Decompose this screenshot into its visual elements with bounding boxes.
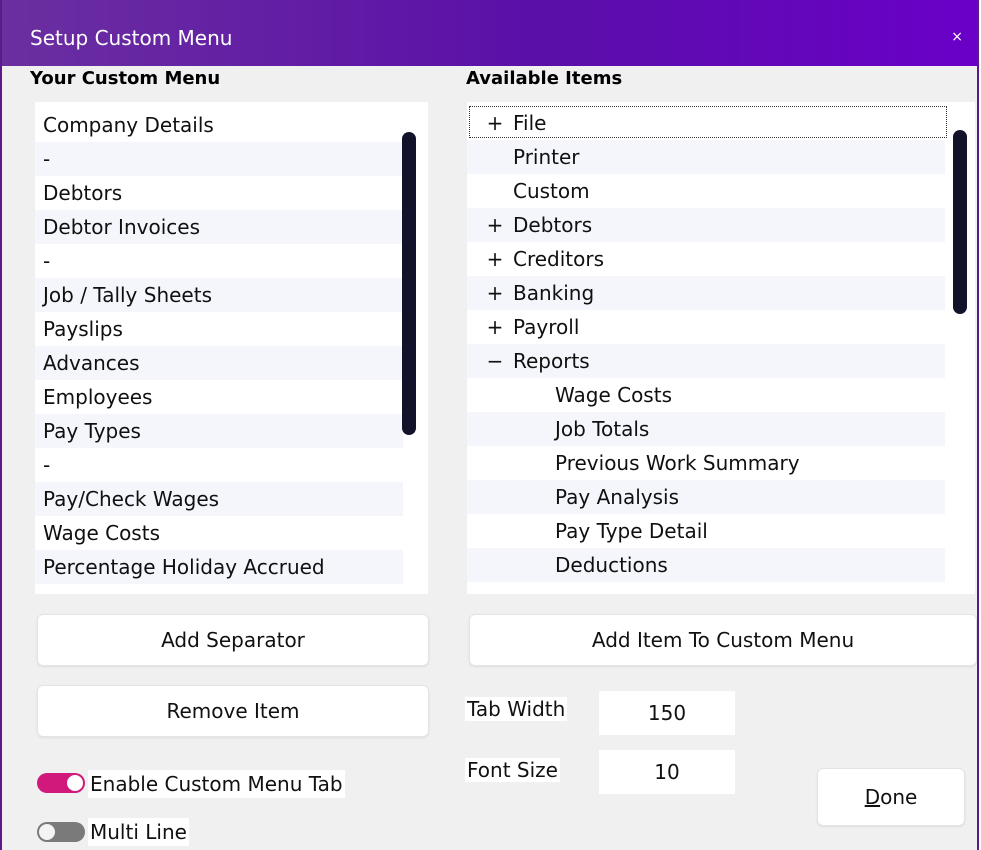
custom-menu-item[interactable]: Advances [35, 346, 403, 380]
tree-item[interactable]: − Reports [467, 344, 945, 378]
custom-menu-item[interactable]: Payslips [35, 312, 403, 346]
expand-icon[interactable]: + [477, 106, 513, 140]
tree-item[interactable]: Previous Work Summary [467, 446, 945, 480]
toggle-knob [67, 775, 83, 791]
tree-item[interactable]: Custom [467, 174, 945, 208]
multi-line-toggle[interactable] [37, 822, 85, 842]
window-title: Setup Custom Menu [30, 26, 233, 50]
expand-icon[interactable]: + [477, 310, 513, 344]
add-separator-button[interactable]: Add Separator [37, 614, 429, 666]
available-items-scrollbar[interactable] [953, 130, 967, 314]
tree-item-label: Custom [513, 179, 590, 203]
tree-item[interactable]: + Debtors [467, 208, 945, 242]
custom-menu-list[interactable]: Company Details - Debtors Debtor Invoices - J… [35, 102, 428, 594]
tree-item[interactable]: + File [467, 106, 945, 140]
available-items-heading: Available Items [466, 68, 623, 89]
tree-item-label: Printer [513, 145, 580, 169]
tree-item-label: Banking [513, 281, 595, 305]
tree-item-label: Debtors [513, 213, 593, 237]
custom-menu-item[interactable]: Pay Types [35, 414, 403, 448]
done-accelerator: D [864, 785, 881, 809]
toggle-knob [39, 824, 55, 840]
font-size-label: Font Size [465, 758, 560, 782]
remove-item-button[interactable]: Remove Item [37, 685, 429, 737]
multi-line-label: Multi Line [88, 818, 189, 846]
enable-custom-menu-tab-toggle[interactable] [37, 773, 85, 793]
custom-menu-item[interactable]: Job / Tally Sheets [35, 278, 403, 312]
tree-item[interactable]: + Creditors [467, 242, 945, 276]
dialog-window: Setup Custom Menu × Your Custom Menu Ava… [0, 0, 979, 850]
tree-item-label: Pay Type Detail [555, 519, 708, 543]
custom-menu-item[interactable]: Percentage Holiday Accrued [35, 550, 403, 584]
tree-item[interactable]: Wage Costs [467, 378, 945, 412]
custom-menu-item[interactable]: Debtor Invoices [35, 210, 403, 244]
tree-item[interactable]: Pay Analysis [467, 480, 945, 514]
tree-item[interactable]: Deductions [467, 548, 945, 582]
expand-icon[interactable]: + [477, 276, 513, 310]
enable-custom-menu-tab-label: Enable Custom Menu Tab [88, 770, 345, 798]
font-size-field[interactable]: 10 [599, 750, 735, 794]
custom-menu-item[interactable]: Pay/Check Wages [35, 482, 403, 516]
tab-width-label: Tab Width [465, 697, 568, 721]
tree-item-label: Pay Analysis [555, 485, 680, 509]
title-bar: Setup Custom Menu × [2, 0, 977, 66]
tree-item[interactable]: + Payroll [467, 310, 945, 344]
tab-width-field[interactable]: 150 [599, 691, 735, 735]
custom-menu-item[interactable]: - [35, 142, 403, 176]
custom-menu-scrollbar[interactable] [402, 132, 416, 435]
custom-menu-item[interactable]: - [35, 244, 403, 278]
tree-item-label: Wage Costs [555, 383, 672, 407]
custom-menu-item[interactable]: Company Details [35, 108, 403, 142]
tree-item-label: File [513, 111, 547, 135]
available-items-tree[interactable]: + File Printer Custom + Debtors + Creditors + Ban… [467, 102, 975, 594]
custom-menu-item[interactable]: - [35, 448, 403, 482]
close-icon[interactable]: × [951, 29, 963, 45]
collapse-icon[interactable]: − [477, 344, 513, 378]
add-item-button[interactable]: Add Item To Custom Menu [469, 614, 977, 666]
custom-menu-item[interactable]: Employees [35, 380, 403, 414]
tree-item[interactable]: Job Totals [467, 412, 945, 446]
expand-icon[interactable]: + [477, 208, 513, 242]
tree-item[interactable]: + Banking [467, 276, 945, 310]
expand-icon[interactable]: + [477, 242, 513, 276]
tree-item-label: Job Totals [555, 417, 650, 441]
tree-item[interactable]: Pay Type Detail [467, 514, 945, 548]
tree-item-label: Creditors [513, 247, 605, 271]
custom-menu-item[interactable]: Wage Costs [35, 516, 403, 550]
tree-item-label: Payroll [513, 315, 580, 339]
tree-item-label: Previous Work Summary [555, 451, 800, 475]
tree-item-label: Reports [513, 349, 590, 373]
tree-item-label: Deductions [555, 553, 668, 577]
custom-menu-heading: Your Custom Menu [30, 68, 221, 89]
tree-item[interactable]: Printer [467, 140, 945, 174]
done-label: one [880, 785, 918, 809]
done-button[interactable]: Done [817, 768, 965, 826]
custom-menu-item[interactable]: Debtors [35, 176, 403, 210]
